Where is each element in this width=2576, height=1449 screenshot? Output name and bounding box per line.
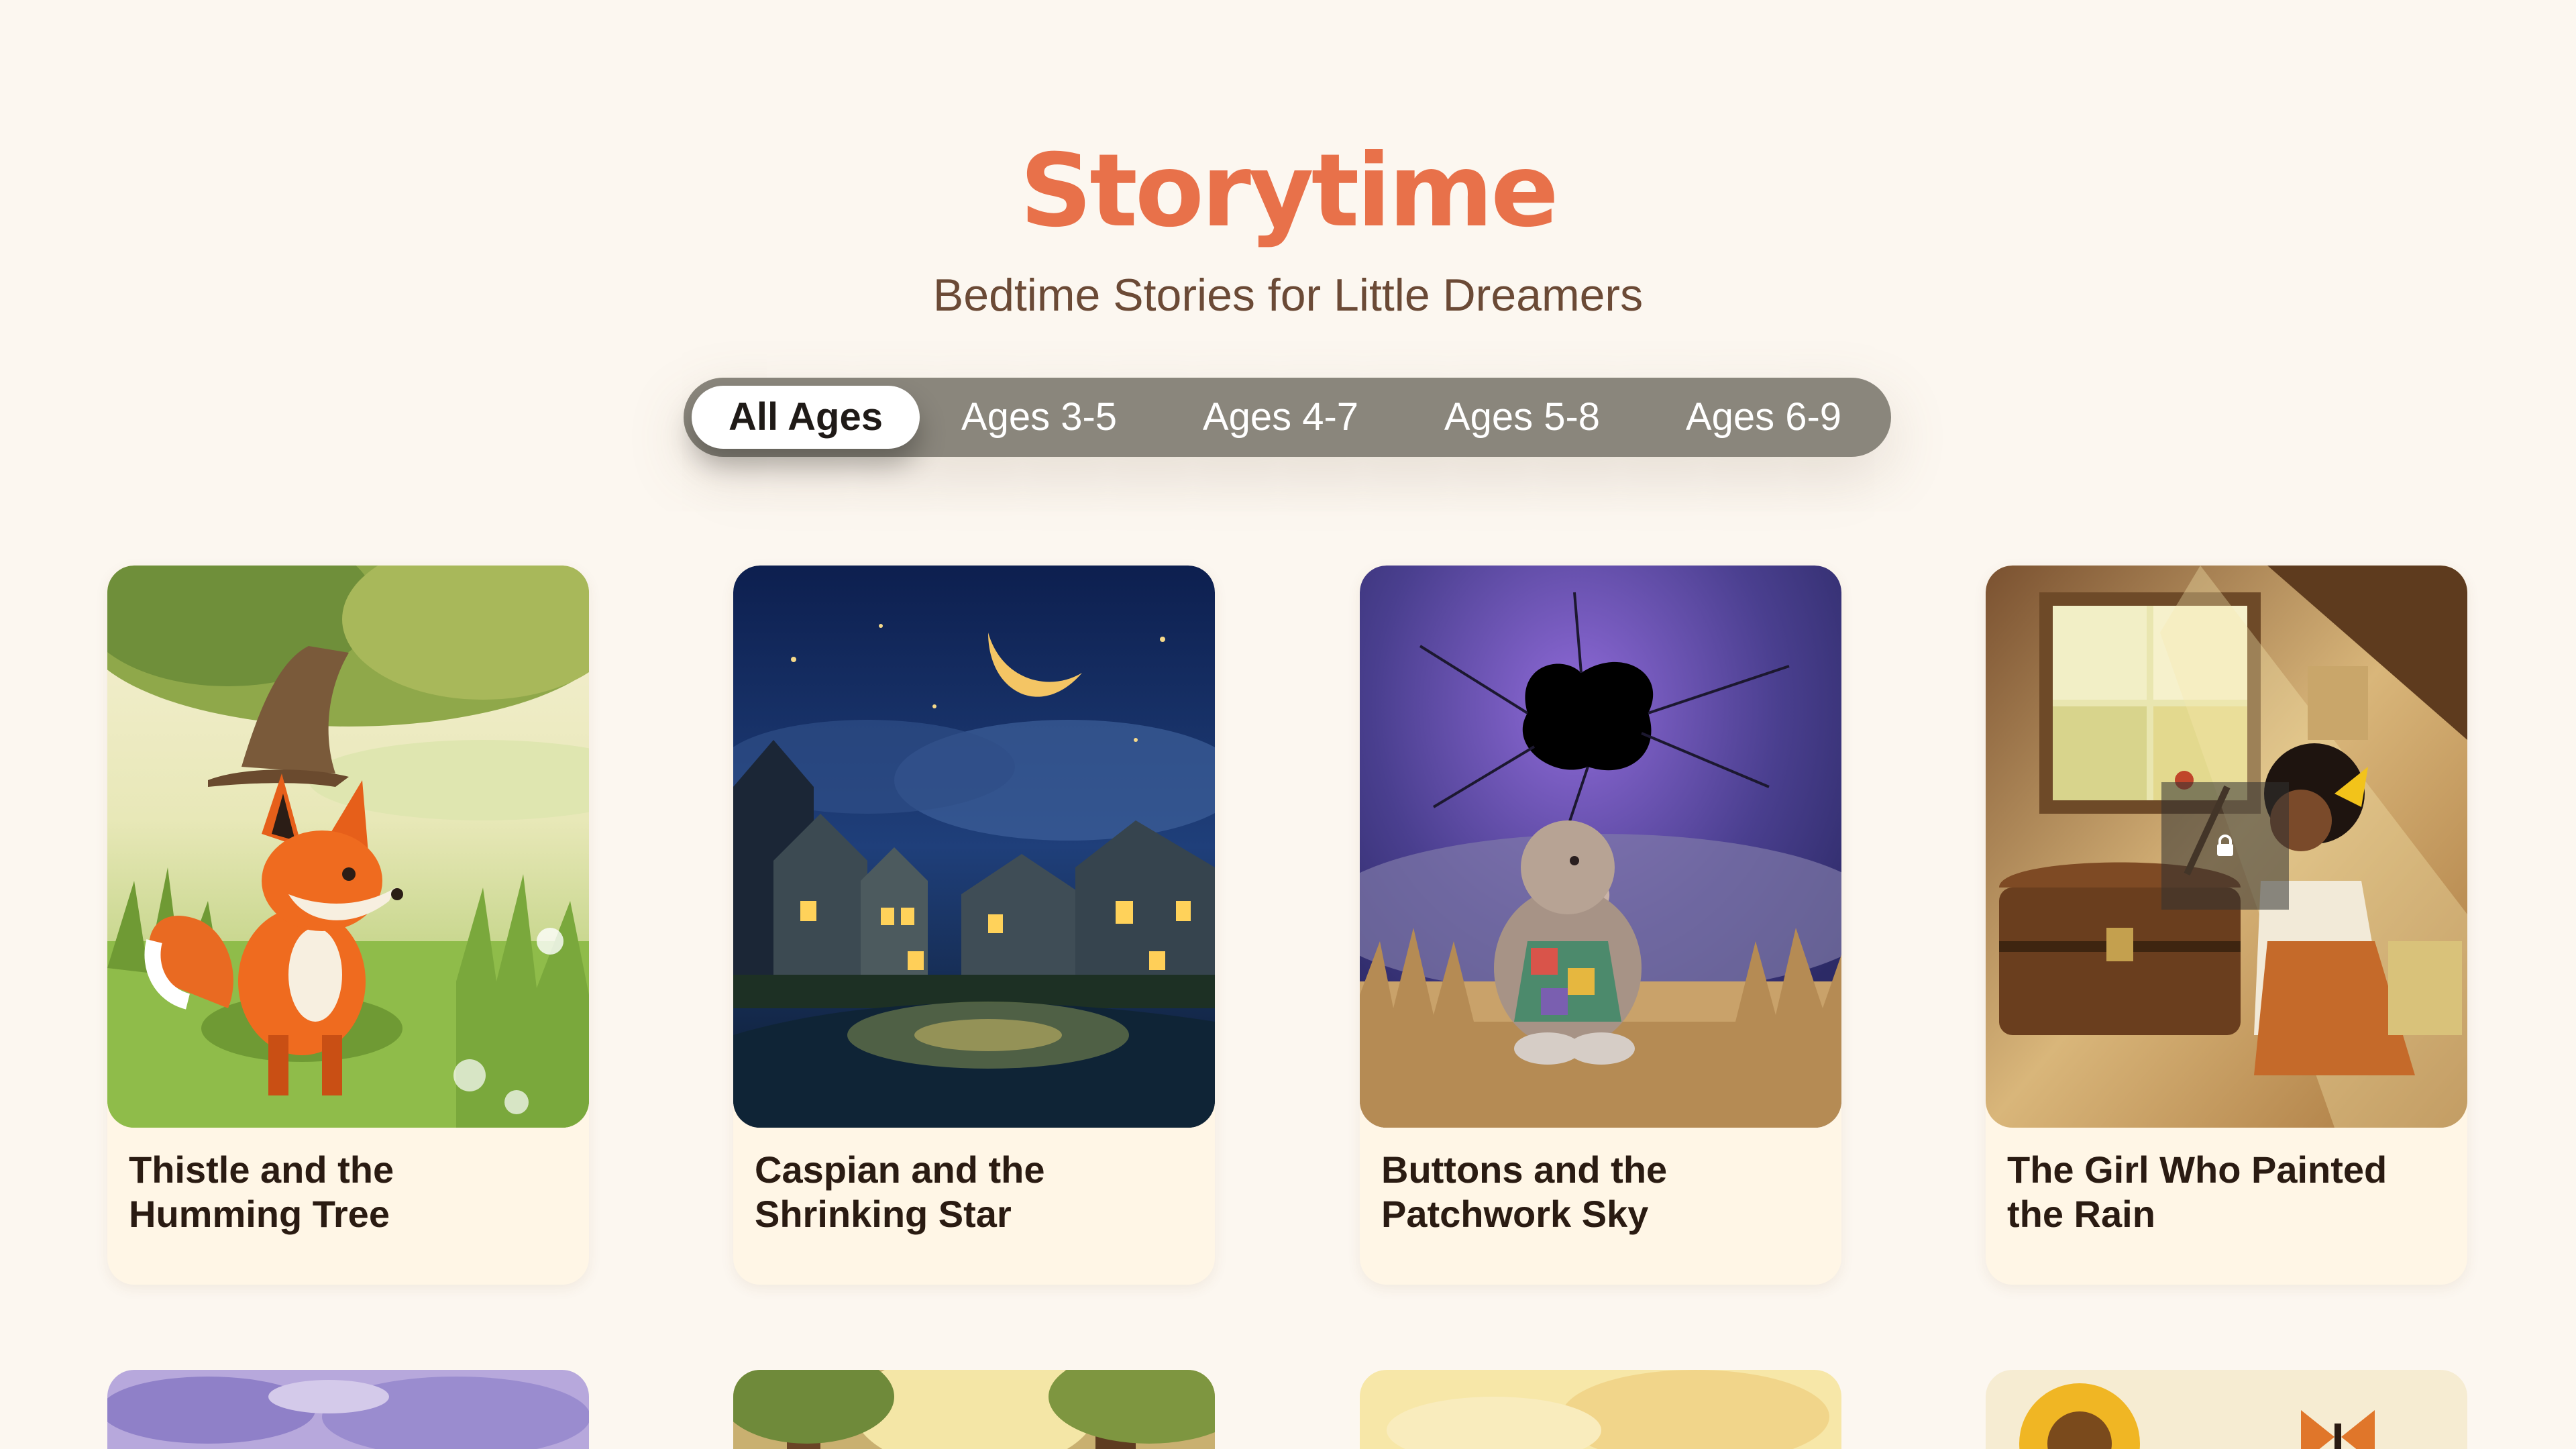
app-title: Storytime [1020,133,1559,250]
story-illustration-girl-painting [1986,566,2467,1128]
story-illustration-forest [733,1370,1215,1449]
age-filter-ages-5-8[interactable]: Ages 5-8 [1409,386,1635,449]
story-card[interactable]: Buttons and the Patchwork Sky [1360,566,1841,1285]
story-illustration-rabbit [1360,566,1841,1128]
story-card[interactable]: Thistle and the Humming Tree [107,566,589,1285]
story-illustration-golden-haze [1360,1370,1841,1449]
story-title: Buttons and the Patchwork Sky [1381,1148,1668,1235]
app-subtitle: Bedtime Stories for Little Dreamers [932,270,1644,321]
story-title: Caspian and the Shrinking Star [755,1148,1045,1235]
age-filter-all-ages[interactable]: All Ages [692,386,920,449]
lock-icon [2217,835,2233,856]
story-card[interactable]: Caspian and the Shrinking Star [733,566,1215,1285]
story-illustration-lavender [107,1370,589,1449]
story-illustration-night-village [733,566,1215,1128]
story-title: The Girl Who Painted the Rain [2007,1148,2387,1235]
age-filter-ages-4-7[interactable]: Ages 4-7 [1168,386,1393,449]
age-filter-ages-3-5[interactable]: Ages 3-5 [926,386,1152,449]
age-filter-bar: All Ages Ages 3-5 Ages 4-7 Ages 5-8 Ages… [684,378,1891,457]
story-illustration-sunflower [1986,1370,2467,1449]
story-title: Thistle and the Humming Tree [129,1148,394,1235]
story-card-next-row[interactable] [107,1370,589,1449]
storytime-page: Storytime Bedtime Stories for Little Dre… [0,0,2576,1449]
story-card-next-row[interactable] [1360,1370,1841,1449]
story-card[interactable]: The Girl Who Painted the Rain [1986,566,2467,1285]
age-filter-ages-6-9[interactable]: Ages 6-9 [1651,386,1876,449]
lock-overlay [2161,782,2289,910]
story-illustration-fox [107,566,589,1128]
story-card-next-row[interactable] [733,1370,1215,1449]
story-card-next-row[interactable] [1986,1370,2467,1449]
